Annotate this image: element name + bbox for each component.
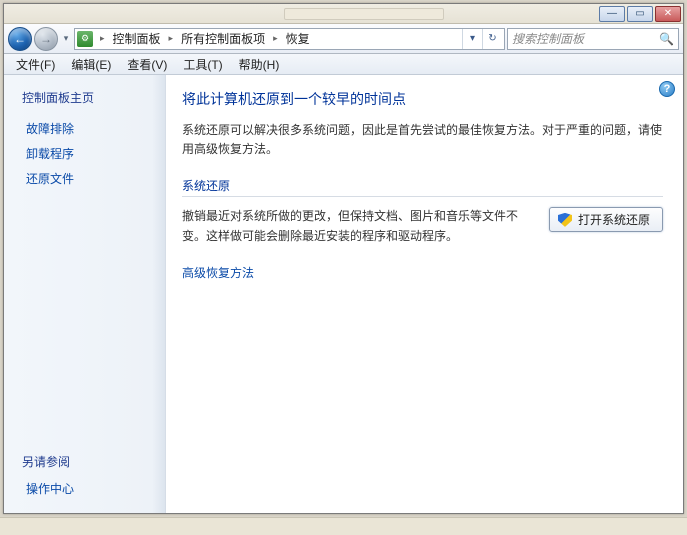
back-button[interactable]: ←: [8, 27, 32, 51]
minimize-button[interactable]: —: [599, 6, 625, 22]
sidebar-spacer: [4, 191, 165, 447]
nav-history-dropdown[interactable]: ▾: [60, 29, 72, 49]
refresh-button[interactable]: ↻: [482, 29, 502, 49]
content: 控制面板主页 故障排除 卸载程序 还原文件 另请参阅 操作中心 ? 将此计算机还…: [4, 75, 683, 513]
control-panel-icon: ⚙: [77, 31, 93, 47]
forward-button[interactable]: →: [34, 27, 58, 51]
breadcrumb-sep[interactable]: ▸: [96, 33, 109, 44]
sidebar-link-troubleshoot[interactable]: 故障排除: [4, 116, 165, 141]
menu-tools[interactable]: 工具(T): [175, 54, 230, 74]
shield-icon: [558, 213, 572, 227]
section-row: 撤销最近对系统所做的更改，但保持文档、图片和音乐等文件不变。这样做可能会删除最近…: [182, 207, 663, 245]
close-button[interactable]: ✕: [655, 6, 681, 22]
menu-help[interactable]: 帮助(H): [231, 54, 288, 74]
button-label: 打开系统还原: [578, 211, 650, 228]
page-heading: 将此计算机还原到一个较早的时间点: [182, 89, 663, 109]
sidebar-title: 控制面板主页: [4, 87, 165, 116]
section-description: 撤销最近对系统所做的更改，但保持文档、图片和音乐等文件不变。这样做可能会删除最近…: [182, 207, 537, 245]
intro-text: 系统还原可以解决很多系统问题，因此是首先尝试的最佳恢复方法。对于严重的问题，请使…: [182, 121, 663, 159]
breadcrumb-item[interactable]: 恢复: [282, 29, 314, 49]
breadcrumb-sep[interactable]: ▸: [165, 33, 178, 44]
titlebar: — ▭ ✕: [4, 4, 683, 24]
help-icon[interactable]: ?: [659, 81, 675, 97]
title-placeholder: [284, 8, 444, 20]
open-system-restore-button[interactable]: 打开系统还原: [549, 207, 663, 232]
sidebar-see-also: 另请参阅: [4, 447, 165, 476]
address-dropdown[interactable]: ▾: [462, 29, 482, 49]
menu-edit[interactable]: 编辑(E): [63, 54, 119, 74]
search-input[interactable]: 搜索控制面板 🔍: [507, 28, 679, 50]
breadcrumb-sep[interactable]: ▸: [269, 33, 282, 44]
search-placeholder: 搜索控制面板: [512, 30, 584, 47]
sidebar-link-uninstall[interactable]: 卸载程序: [4, 141, 165, 166]
menubar: 文件(F) 编辑(E) 查看(V) 工具(T) 帮助(H): [4, 54, 683, 75]
sidebar-link-restore-files[interactable]: 还原文件: [4, 166, 165, 191]
divider: [182, 196, 663, 197]
address-bar[interactable]: ⚙ ▸ 控制面板 ▸ 所有控制面板项 ▸ 恢复 ▾ ↻: [74, 28, 505, 50]
breadcrumb-item[interactable]: 控制面板: [109, 29, 165, 49]
menu-view[interactable]: 查看(V): [119, 54, 175, 74]
maximize-button[interactable]: ▭: [627, 6, 653, 22]
sidebar: 控制面板主页 故障排除 卸载程序 还原文件 另请参阅 操作中心: [4, 75, 166, 513]
menu-file[interactable]: 文件(F): [8, 54, 63, 74]
main-panel: ? 将此计算机还原到一个较早的时间点 系统还原可以解决很多系统问题，因此是首先尝…: [166, 75, 683, 513]
outer-shadow: [0, 517, 687, 535]
search-icon[interactable]: 🔍: [659, 32, 674, 46]
window: — ▭ ✕ ← → ▾ ⚙ ▸ 控制面板 ▸ 所有控制面板项 ▸ 恢复 ▾ ↻ …: [3, 3, 684, 514]
advanced-recovery-link[interactable]: 高级恢复方法: [182, 264, 663, 281]
sidebar-link-action-center[interactable]: 操作中心: [4, 476, 165, 505]
breadcrumb-item[interactable]: 所有控制面板项: [177, 29, 269, 49]
navbar: ← → ▾ ⚙ ▸ 控制面板 ▸ 所有控制面板项 ▸ 恢复 ▾ ↻ 搜索控制面板…: [4, 24, 683, 54]
address-tail: ▾ ↻: [462, 29, 502, 49]
section-title: 系统还原: [182, 177, 663, 194]
